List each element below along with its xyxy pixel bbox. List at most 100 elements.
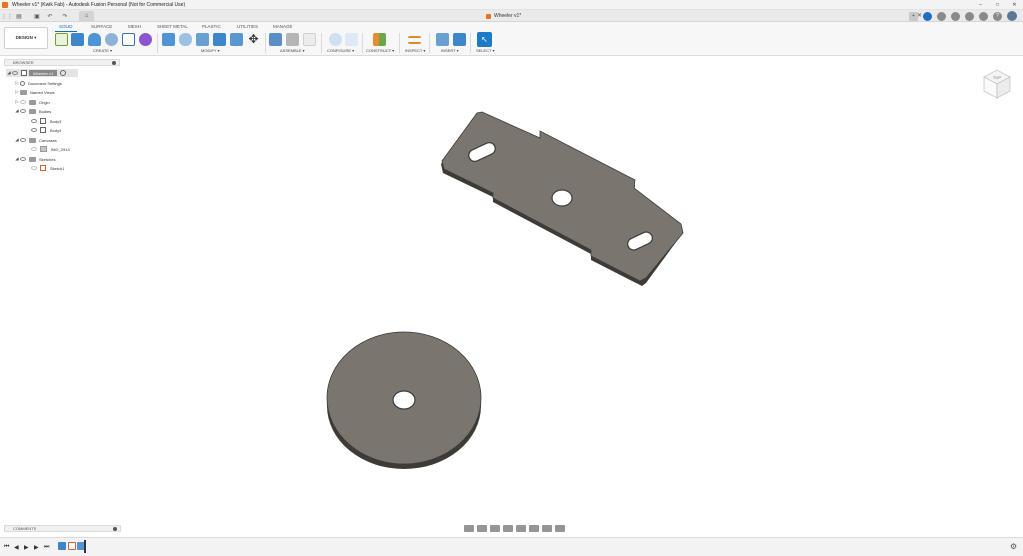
look-at-icon[interactable] [477,525,487,532]
insert-group-menu[interactable]: INSERT ▾ [441,48,459,53]
configure-icon[interactable] [329,33,342,46]
tab-manage[interactable]: MANAGE [273,24,293,29]
timeline-marker-handle[interactable] [84,540,86,553]
visibility-eye-icon[interactable] [31,147,37,151]
tree-item-body3[interactable]: Body3 [31,117,61,125]
jobs-status-icon[interactable] [951,11,960,21]
home-tab[interactable]: ⌂ [79,11,94,21]
tab-surface[interactable]: SURFACE [91,24,112,29]
fillet-icon[interactable] [179,33,192,46]
configure-group-menu[interactable]: CONFIGURE ▾ [327,48,354,53]
create-group-menu[interactable]: CREATE ▾ [93,48,112,53]
disc-body[interactable] [326,331,482,469]
redo-icon[interactable]: ↷ [61,12,69,20]
tab-solid[interactable]: SOLID [59,24,73,29]
tree-root-wheeler[interactable]: ◢ Wheeler v1 [6,69,78,77]
tree-item-origin[interactable]: ▷ Origin [14,98,50,106]
3d-viewport[interactable] [0,0,1023,556]
go-to-end-icon[interactable]: ⏭ [44,544,49,551]
browser-header[interactable]: BROWSER [4,59,120,66]
visibility-eye-icon[interactable] [31,128,37,132]
tree-item-sketches[interactable]: ◢ Sketches [14,155,55,163]
undo-icon[interactable]: ↶ [46,12,54,20]
step-back-icon[interactable]: ◀ [14,544,19,551]
timeline-settings-gear-icon[interactable]: ⚙ [1010,542,1017,551]
tree-item-document-settings[interactable]: ▷ Document Settings [14,79,62,87]
visibility-eye-icon[interactable] [20,109,26,113]
hole-icon[interactable] [105,33,118,46]
visibility-eye-icon[interactable] [12,71,18,75]
play-icon[interactable]: ▶ [24,544,29,551]
inspect-group-menu[interactable]: INSPECT ▾ [405,48,425,53]
bell-icon[interactable] [979,11,988,21]
minimize-button[interactable]: – [972,0,989,10]
user-avatar[interactable] [1007,11,1017,21]
select-group-menu[interactable]: SELECT ▾ [476,48,495,53]
modify-group-menu[interactable]: MODIFY ▾ [201,48,220,53]
tab-sheet-metal[interactable]: SHEET METAL [157,24,188,29]
timeline-sketch-feature-icon[interactable] [68,542,76,550]
visibility-eye-icon[interactable] [31,166,37,170]
comments-panel-header[interactable]: COMMENTS [4,525,121,532]
extrude-icon[interactable] [71,33,84,46]
visibility-eye-icon[interactable] [20,138,26,142]
notifications-icon[interactable] [965,11,974,21]
comments-add-icon[interactable] [113,527,117,531]
visibility-eye-icon[interactable] [31,119,37,123]
new-tab-plus-icon[interactable]: + [909,11,918,21]
orbit-icon[interactable] [464,525,474,532]
rectangle-pattern-icon[interactable] [122,33,135,46]
tree-item-named-views[interactable]: ▷ Named Views [14,88,55,96]
insert-canvas-icon[interactable] [453,33,466,46]
as-built-joint-icon[interactable] [303,33,316,46]
workspace-switcher-button[interactable]: DESIGN ▾ [4,27,48,49]
go-to-start-icon[interactable]: ⏮ [4,544,9,551]
active-component-radio-icon[interactable] [60,70,67,76]
file-menu-icon[interactable]: ▤ [15,12,23,20]
measure-icon[interactable] [408,36,421,44]
offset-plane-icon[interactable] [373,33,386,46]
tree-item-img-2914[interactable]: IMG_2914 [31,145,70,153]
assemble-group-menu[interactable]: ASSEMBLE ▾ [280,48,305,53]
new-component-icon[interactable] [269,33,282,46]
revolve-icon[interactable] [88,33,101,46]
tree-item-body4[interactable]: Body4 [31,126,61,134]
help-icon[interactable]: ? [993,11,1002,21]
grid-snaps-icon[interactable] [542,525,552,532]
tab-utilities[interactable]: UTILITIES [237,24,258,29]
display-settings-icon[interactable] [529,525,539,532]
tree-item-canvases[interactable]: ◢ Canvases [14,136,57,144]
save-icon[interactable]: ▣ [33,12,41,20]
tree-item-sketch1[interactable]: Sketch1 [31,164,64,172]
viewports-icon[interactable] [555,525,565,532]
construct-group-menu[interactable]: CONSTRUCT ▾ [366,48,394,53]
extensions-icon[interactable] [937,11,946,21]
browser-menu-icon[interactable] [112,61,116,65]
tab-plastic[interactable]: PLASTIC [202,24,221,29]
form-icon[interactable] [139,33,152,46]
tree-item-bodies[interactable]: ◢ Bodies [14,107,51,115]
insert-derive-icon[interactable] [436,33,449,46]
combine-icon[interactable] [230,33,243,46]
close-window-button[interactable]: ✕ [1006,0,1023,10]
data-panel-icon[interactable] [923,11,932,21]
create-sketch-icon[interactable] [55,33,68,46]
tab-mesh[interactable]: MESH [128,24,141,29]
tab-wheeler-v1[interactable]: Wheeler v1* [486,11,521,21]
app-grid-icon[interactable]: ⋮⋮ [1,12,13,20]
timeline-canvas-feature-icon[interactable] [58,542,66,550]
configure-table-icon[interactable] [345,33,358,46]
pan-hand-icon[interactable] [490,525,500,532]
visibility-eye-icon[interactable] [20,157,26,161]
move-copy-icon[interactable]: ✥ [247,33,260,46]
press-pull-icon[interactable] [162,33,175,46]
plate-body[interactable] [441,111,684,286]
viewcube[interactable]: TOP [982,68,1012,100]
chamfer-icon[interactable] [196,33,209,46]
visibility-eye-icon[interactable] [20,100,26,104]
zoom-window-icon[interactable] [516,525,526,532]
maximize-button[interactable]: □ [989,0,1006,10]
shell-icon[interactable] [213,33,226,46]
joint-icon[interactable] [286,33,299,46]
zoom-icon[interactable] [503,525,513,532]
